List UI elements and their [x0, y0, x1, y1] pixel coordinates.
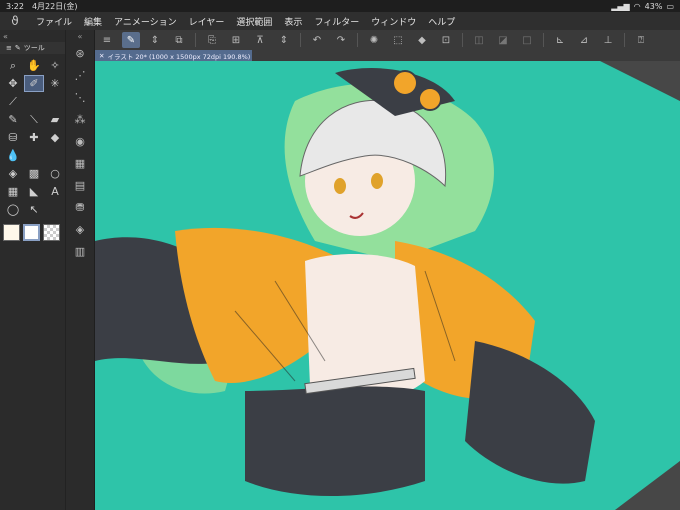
- color-wheel-icon[interactable]: ◉: [66, 130, 94, 152]
- ruler-icon[interactable]: ⊥: [599, 32, 617, 48]
- marker-icon[interactable]: ▰: [45, 111, 65, 128]
- menu-bar: ϑ ファイル 編集 アニメーション レイヤー 選択範囲 表示 フィルター ウィン…: [0, 12, 680, 30]
- airbrush-icon[interactable]: ⛁: [3, 129, 23, 146]
- tool-tab[interactable]: ≡ ✎ ツール: [0, 42, 65, 54]
- menu-edit[interactable]: 編集: [78, 15, 108, 28]
- tool-grid: ⌕ ✋ ✧ ✥ ✐ ✳ ⟋ ✎ ⟍ ▰ ⛁ ✚ ◆ 💧 ◈ ▩ ○ ▦ ◣ A …: [0, 54, 65, 221]
- status-time: 3:22: [6, 1, 24, 11]
- eyedropper-icon[interactable]: ⟋: [3, 93, 23, 110]
- battery-icon: ▭: [666, 1, 674, 11]
- tool-property-icon[interactable]: ⋱: [66, 86, 94, 108]
- blend-icon[interactable]: ✚: [24, 129, 44, 146]
- background-color-swatch[interactable]: [23, 224, 40, 241]
- gradient-icon[interactable]: ▩: [24, 165, 44, 182]
- lasso-icon[interactable]: ◯: [3, 201, 23, 218]
- menu-window[interactable]: ウィンドウ: [365, 15, 422, 28]
- pen-icon[interactable]: ✐: [24, 75, 44, 92]
- brush-size-icon[interactable]: ⁂: [66, 108, 94, 130]
- open-icon[interactable]: ⊞: [227, 32, 245, 48]
- select-icon[interactable]: ↖: [24, 201, 44, 218]
- tool-panel: « ≡ ✎ ツール ⌕ ✋ ✧ ✥ ✐ ✳ ⟋ ✎ ⟍ ▰ ⛁ ✚ ◆ 💧 ◈ …: [0, 30, 66, 510]
- layers-icon[interactable]: ◈: [66, 218, 94, 240]
- chevron-updown-icon[interactable]: ⇕: [275, 32, 293, 48]
- move-icon[interactable]: ✥: [3, 75, 23, 92]
- disabled-icon[interactable]: ◫: [470, 32, 488, 48]
- hand-icon[interactable]: ✋: [24, 57, 44, 74]
- menu-animation[interactable]: アニメーション: [108, 15, 183, 28]
- command-bar: ≡ ✎ ⇕ ⧉ ⎘ ⊞ ⊼ ⇕ ↶ ↷ ✺ ⬚ ◆ ⊡ ◫ ◪ □ ⊾ ⊿ ⊥ …: [95, 30, 680, 50]
- menu-icon[interactable]: ≡: [98, 32, 116, 48]
- sub-tool-icon[interactable]: ⋰: [66, 64, 94, 86]
- wifi-icon: ◠: [633, 1, 641, 11]
- pen-check-icon[interactable]: ⊾: [551, 32, 569, 48]
- brush-icon[interactable]: ⟍: [24, 111, 44, 128]
- tool-panel-header: «: [0, 30, 65, 42]
- ruler-icon[interactable]: ◣: [24, 183, 44, 200]
- menu-small-icon: ≡: [6, 44, 12, 52]
- rotate-icon[interactable]: ✧: [45, 57, 65, 74]
- color-history-icon[interactable]: ▤: [66, 174, 94, 196]
- menu-file[interactable]: ファイル: [30, 15, 78, 28]
- signal-icon: ▂▄▆: [611, 1, 630, 11]
- close-icon[interactable]: ✕: [99, 52, 104, 60]
- menu-selection[interactable]: 選択範囲: [230, 15, 278, 28]
- loading-icon[interactable]: ✺: [365, 32, 383, 48]
- disabled-icon[interactable]: □: [518, 32, 536, 48]
- redo-icon[interactable]: ↷: [332, 32, 350, 48]
- edit-icon[interactable]: ✎: [122, 32, 140, 48]
- fill-icon[interactable]: ◆: [413, 32, 431, 48]
- status-date: 4月22日(金): [31, 1, 78, 11]
- material-icon[interactable]: ⛃: [66, 196, 94, 218]
- foreground-color-swatch[interactable]: [3, 224, 20, 241]
- sparkle-icon[interactable]: ✳: [45, 75, 65, 92]
- text-icon[interactable]: A: [45, 183, 65, 200]
- help-icon[interactable]: ⍰: [632, 32, 650, 48]
- disabled-icon[interactable]: ◪: [494, 32, 512, 48]
- color-swatches: [0, 221, 65, 244]
- undo-icon[interactable]: ↶: [308, 32, 326, 48]
- menu-help[interactable]: ヘルプ: [422, 15, 461, 28]
- pen-tab-icon: ✎: [14, 44, 21, 52]
- ellipse-icon[interactable]: ○: [45, 165, 65, 182]
- canvas-area[interactable]: [95, 61, 680, 510]
- eraser-icon[interactable]: ◆: [45, 129, 65, 146]
- collapse-icon[interactable]: «: [66, 30, 94, 42]
- left-eye: [334, 178, 346, 194]
- zoom-icon[interactable]: ⌕: [3, 57, 23, 74]
- pencil-icon[interactable]: ✎: [3, 111, 23, 128]
- app-logo-icon[interactable]: ϑ: [0, 14, 30, 28]
- navigator-icon[interactable]: ⊛: [66, 42, 94, 64]
- status-bar: 3:22 4月22日(金) ▂▄▆ ◠ 43% ▭: [0, 0, 680, 12]
- tool-tab-label: ツール: [23, 44, 45, 52]
- collapse-icon[interactable]: «: [3, 32, 8, 41]
- document-tab[interactable]: ✕ イラスト 20* (1000 x 1500px 72dpi 190.8%): [95, 50, 252, 61]
- timeline-icon[interactable]: ▥: [66, 240, 94, 262]
- save-icon[interactable]: ⊼: [251, 32, 269, 48]
- transform-icon[interactable]: ⊡: [437, 32, 455, 48]
- battery-percent: 43%: [644, 1, 663, 11]
- menu-layer[interactable]: レイヤー: [183, 15, 231, 28]
- skirt: [245, 386, 425, 496]
- transparent-color-swatch[interactable]: [43, 224, 60, 241]
- command-strip: « ⊛ ⋰ ⋱ ⁂ ◉ ▦ ▤ ⛃ ◈ ▥: [66, 30, 95, 510]
- screen-icon[interactable]: ⧉: [170, 32, 188, 48]
- fill-icon[interactable]: ◈: [3, 165, 23, 182]
- artwork-canvas[interactable]: [95, 61, 680, 510]
- frame-icon[interactable]: ▦: [3, 183, 23, 200]
- document-title: イラスト 20* (1000 x 1500px 72dpi 190.8%): [107, 52, 251, 61]
- goggles-icon: [392, 70, 418, 96]
- new-icon[interactable]: ⎘: [203, 32, 221, 48]
- brush-icon[interactable]: ⊿: [575, 32, 593, 48]
- menu-filter[interactable]: フィルター: [308, 15, 365, 28]
- menu-view[interactable]: 表示: [278, 15, 308, 28]
- right-eye: [371, 173, 383, 189]
- clear-icon[interactable]: ⬚: [389, 32, 407, 48]
- color-set-icon[interactable]: ▦: [66, 152, 94, 174]
- chevron-updown-icon[interactable]: ⇕: [146, 32, 164, 48]
- water-icon[interactable]: 💧: [3, 147, 23, 164]
